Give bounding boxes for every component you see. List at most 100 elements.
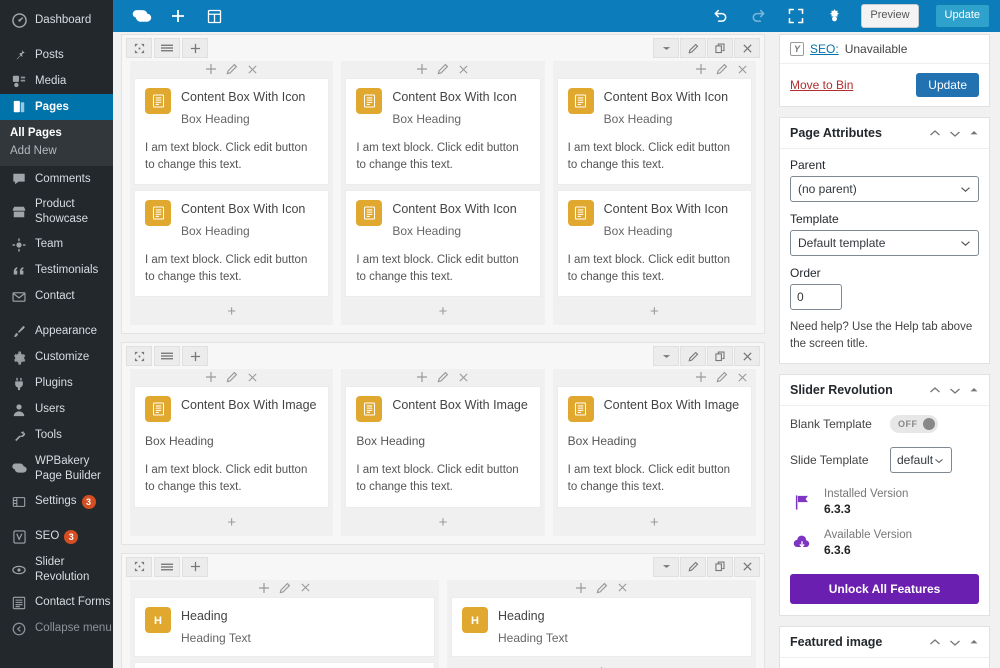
chevron-up-icon[interactable] — [929, 129, 941, 138]
toggle-icon[interactable] — [969, 129, 979, 138]
vc-element[interactable]: Content Box With Image Box Heading I am … — [556, 386, 752, 508]
vc-element[interactable]: Content Box With Icon Box Heading I am t… — [345, 190, 541, 298]
close-icon[interactable] — [300, 582, 311, 594]
caret-down-icon[interactable] — [653, 556, 679, 577]
vc-row[interactable]: Content Box With Image Box Heading I am … — [121, 342, 765, 545]
move-to-bin-link[interactable]: Move to Bin — [790, 78, 853, 92]
add-element-icon[interactable] — [182, 38, 208, 58]
close-icon[interactable] — [734, 556, 760, 577]
vc-column[interactable]: Content Box With Icon Box Heading I am t… — [341, 61, 545, 326]
move-icon[interactable] — [126, 556, 152, 577]
sidebar-item-media[interactable]: Media — [0, 68, 113, 94]
update-button-sidebar[interactable]: Update — [916, 73, 979, 97]
wpbakery-logo-icon[interactable] — [131, 5, 153, 27]
add-element-icon[interactable] — [205, 371, 217, 383]
vc-element[interactable]: Latest News — [134, 661, 435, 668]
pencil-icon[interactable] — [437, 371, 449, 383]
add-element-icon[interactable] — [695, 371, 707, 383]
redo-icon[interactable] — [747, 5, 769, 27]
column-add-button[interactable]: + — [447, 662, 756, 668]
column-add-button[interactable]: + — [553, 302, 756, 321]
duplicate-icon[interactable] — [707, 38, 733, 58]
slide-template-select[interactable]: default — [890, 447, 952, 474]
sidebar-item-contact[interactable]: Contact — [0, 284, 113, 310]
vc-column[interactable]: Content Box With Image Box Heading I am … — [341, 369, 545, 536]
chevron-down-icon[interactable] — [949, 129, 961, 138]
close-icon[interactable] — [734, 38, 760, 58]
gear-icon[interactable] — [823, 5, 845, 27]
vc-element[interactable]: Content Box With Icon Box Heading I am t… — [134, 78, 330, 186]
order-input[interactable]: 0 — [790, 284, 842, 310]
sidebar-item-settings[interactable]: Settings 3 — [0, 489, 113, 515]
sidebar-item-plugins[interactable]: Plugins — [0, 371, 113, 397]
duplicate-icon[interactable] — [707, 346, 733, 367]
templates-icon[interactable] — [203, 5, 225, 27]
parent-select[interactable]: (no parent) — [790, 176, 979, 202]
pencil-icon[interactable] — [680, 556, 706, 577]
chevron-up-icon[interactable] — [929, 386, 941, 395]
sidebar-item-customize[interactable]: Customize — [0, 345, 113, 371]
pencil-icon[interactable] — [716, 63, 728, 75]
close-icon[interactable] — [247, 371, 258, 383]
template-select[interactable]: Default template — [790, 230, 979, 256]
caret-down-icon[interactable] — [653, 346, 679, 367]
vc-element[interactable]: Content Box With Icon Box Heading I am t… — [556, 190, 752, 298]
close-icon[interactable] — [734, 346, 760, 367]
move-icon[interactable] — [126, 38, 152, 58]
add-element-icon[interactable] — [695, 63, 707, 75]
undo-icon[interactable] — [709, 5, 731, 27]
sidebar-subitem-add-new[interactable]: Add New — [0, 142, 113, 160]
preview-button[interactable]: Preview — [861, 4, 919, 28]
vc-row[interactable]: H Heading Heading Text H Heading Heading… — [121, 552, 765, 668]
sidebar-item-tools[interactable]: Tools — [0, 423, 113, 449]
fullscreen-icon[interactable] — [785, 5, 807, 27]
pencil-icon[interactable] — [680, 38, 706, 58]
chevron-up-icon[interactable] — [929, 638, 941, 647]
close-icon[interactable] — [247, 63, 258, 75]
column-add-button[interactable]: + — [130, 513, 333, 532]
sidebar-item-product-showcase[interactable]: Product Showcase — [0, 192, 113, 232]
column-add-button[interactable]: + — [341, 513, 544, 532]
sidebar-item-appearance[interactable]: Appearance — [0, 319, 113, 345]
chevron-down-icon[interactable] — [949, 638, 961, 647]
sidebar-item-pages[interactable]: Pages — [0, 94, 113, 120]
sidebar-item-posts[interactable]: Posts — [0, 42, 113, 68]
pencil-icon[interactable] — [716, 371, 728, 383]
sidebar-item-contact-forms[interactable]: Contact Forms — [0, 590, 113, 616]
column-add-button[interactable]: + — [553, 513, 756, 532]
sidebar-item-users[interactable]: Users — [0, 397, 113, 423]
duplicate-icon[interactable] — [707, 556, 733, 577]
vc-column[interactable]: Content Box With Icon Box Heading I am t… — [130, 61, 334, 326]
close-icon[interactable] — [737, 63, 748, 75]
update-button[interactable]: Update — [934, 4, 990, 28]
move-icon[interactable] — [126, 346, 152, 367]
pencil-icon[interactable] — [680, 346, 706, 367]
vc-element[interactable]: Content Box With Image Box Heading I am … — [134, 386, 330, 508]
vc-column[interactable]: Content Box With Image Box Heading I am … — [552, 369, 756, 536]
vc-column[interactable]: H Heading Heading Text + — [447, 579, 756, 668]
vc-column[interactable]: Content Box With Image Box Heading I am … — [130, 369, 334, 536]
sidebar-item-slider-revolution[interactable]: Slider Revolution — [0, 550, 113, 590]
sidebar-subitem-all-pages[interactable]: All Pages — [0, 124, 113, 142]
vc-element[interactable]: Content Box With Image Box Heading I am … — [345, 386, 541, 508]
vc-element[interactable]: Content Box With Icon Box Heading I am t… — [556, 78, 752, 186]
sidebar-item-collapse-menu[interactable]: Collapse menu — [0, 616, 113, 642]
seo-label[interactable]: SEO: — [810, 42, 839, 56]
vc-column[interactable]: H Heading Heading Text — [130, 579, 439, 668]
column-add-button[interactable]: + — [130, 302, 333, 321]
vc-element[interactable]: Content Box With Icon Box Heading I am t… — [134, 190, 330, 298]
vc-row[interactable]: Content Box With Icon Box Heading I am t… — [121, 34, 765, 335]
close-icon[interactable] — [737, 371, 748, 383]
add-element-icon[interactable] — [416, 63, 428, 75]
chevron-down-icon[interactable] — [949, 386, 961, 395]
toggle-icon[interactable] — [969, 638, 979, 647]
sidebar-item-comments[interactable]: Comments — [0, 166, 113, 192]
vc-column[interactable]: Content Box With Icon Box Heading I am t… — [552, 61, 756, 326]
pencil-icon[interactable] — [596, 582, 608, 594]
columns-icon[interactable] — [154, 346, 180, 367]
columns-icon[interactable] — [154, 38, 180, 58]
add-element-icon[interactable] — [258, 582, 270, 594]
add-element-icon[interactable] — [205, 63, 217, 75]
close-icon[interactable] — [458, 63, 469, 75]
caret-down-icon[interactable] — [653, 38, 679, 58]
